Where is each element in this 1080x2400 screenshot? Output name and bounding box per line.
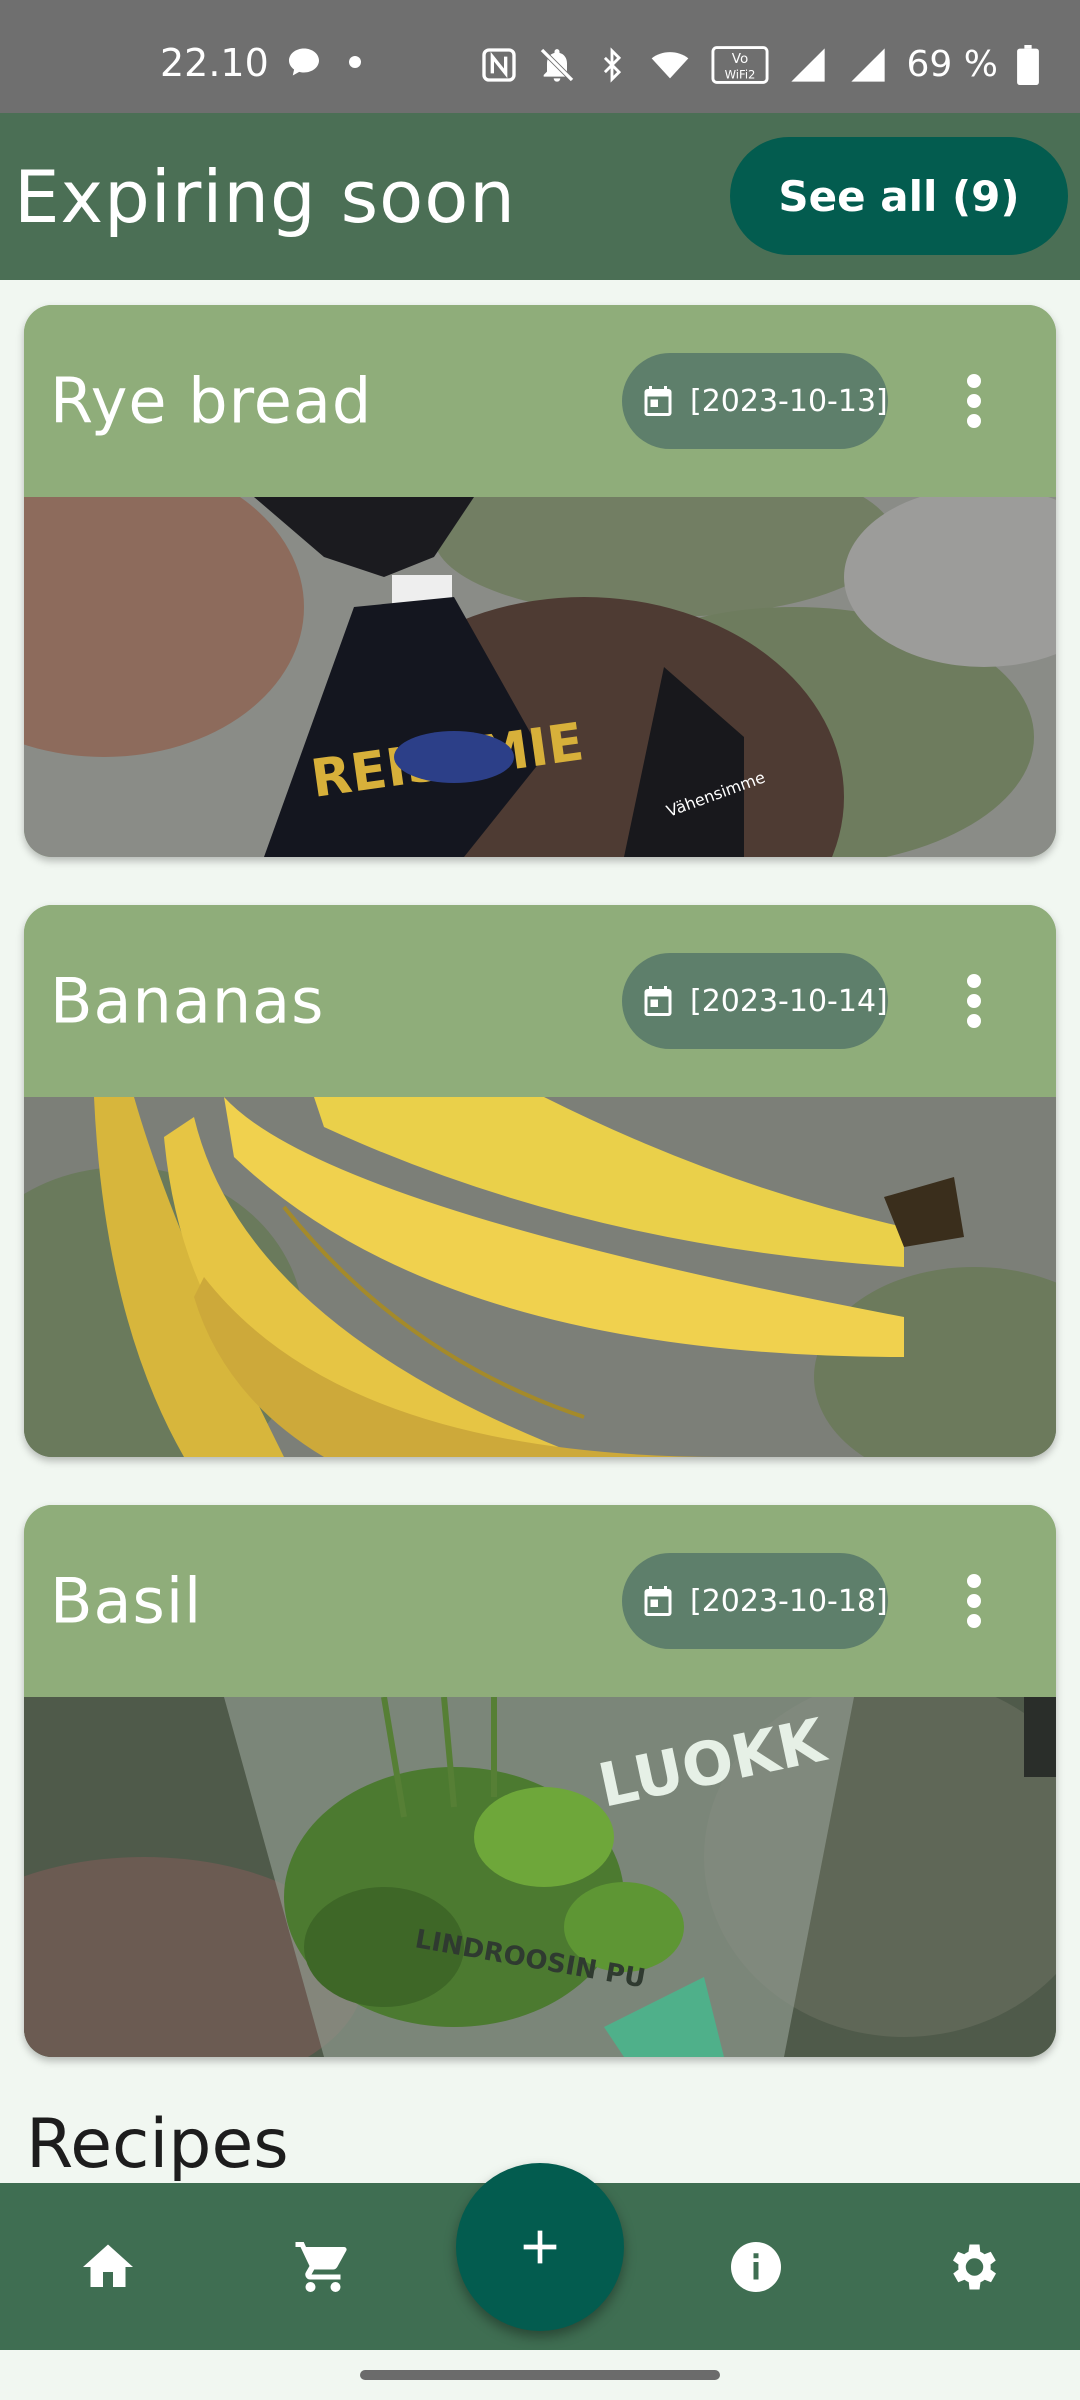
expiry-date: [2023-10-14] [690, 983, 888, 1019]
info-icon [731, 2241, 781, 2292]
page-title: Expiring soon [14, 154, 516, 239]
wifi-icon [651, 51, 688, 78]
settings-icon [953, 2244, 996, 2289]
expiry-date-chip[interactable]: [2023-10-18] [622, 1553, 888, 1649]
see-all-button[interactable]: See all (9) [730, 137, 1068, 255]
add-icon [523, 2230, 557, 2264]
card-header: Basil [2023-10-18] [24, 1505, 1056, 1697]
card-title: Bananas [50, 964, 325, 1038]
item-card-basil[interactable]: Basil [2023-10-18] LUOKK LINDROOSIN PU [24, 1505, 1056, 2057]
card-title: Rye bread [50, 364, 373, 438]
item-card-rye-bread[interactable]: Rye bread [2023-10-13] REISSMIE Vähensim… [24, 305, 1056, 857]
card-header: Rye bread [2023-10-13] [24, 305, 1056, 497]
bananas-photo [24, 1097, 1056, 1457]
more-options-button[interactable] [934, 961, 1014, 1041]
status-time: 22.10 [160, 41, 269, 85]
signal-icon-1 [790, 47, 825, 82]
card-title: Basil [50, 1564, 203, 1638]
calendar-icon [644, 1586, 672, 1616]
battery-percent: 69 % [906, 44, 998, 85]
svg-text:WiFi2: WiFi2 [724, 67, 755, 81]
more-vert-icon [967, 1574, 981, 1628]
svg-text:Vo: Vo [731, 51, 747, 67]
status-system-icons: Vo WiFi2 69 % [479, 44, 1040, 85]
recipes-heading: Recipes [26, 2105, 289, 2184]
chat-bubble-icon [289, 48, 319, 76]
status-notification-icons [285, 44, 365, 80]
nav-settings[interactable] [942, 2237, 1002, 2297]
cart-icon [295, 2241, 347, 2292]
nav-home[interactable] [78, 2237, 138, 2297]
nfc-icon [481, 47, 516, 82]
signal-icon-2 [850, 47, 885, 82]
more-vert-icon [967, 974, 981, 1028]
dot-icon [349, 56, 361, 68]
item-card-bananas[interactable]: Bananas [2023-10-14] [24, 905, 1056, 1457]
expiry-date: [2023-10-18] [690, 1583, 888, 1619]
vowifi-icon: VoWiFi2 [711, 45, 769, 84]
nav-shopping-cart[interactable] [293, 2237, 353, 2297]
bluetooth-icon [603, 46, 621, 83]
more-vert-icon [967, 374, 981, 428]
more-options-button[interactable] [934, 1561, 1014, 1641]
home-icon [83, 2244, 133, 2287]
expiry-date-chip[interactable]: [2023-10-13] [622, 353, 888, 449]
status-bar: 22.10 Vo WiFi2 69 % [0, 0, 1080, 113]
calendar-icon [644, 386, 672, 416]
gesture-handle[interactable] [360, 2370, 720, 2380]
card-header: Bananas [2023-10-14] [24, 905, 1056, 1097]
basil-photo: LUOKK LINDROOSIN PU [24, 1697, 1056, 2057]
rye-bread-photo: REISSMIE Vähensimme [24, 497, 1056, 857]
more-options-button[interactable] [934, 361, 1014, 441]
app-header: Expiring soon See all (9) [0, 113, 1080, 280]
battery-icon [1017, 44, 1039, 85]
expiry-date: [2023-10-13] [690, 383, 888, 419]
calendar-icon [644, 986, 672, 1016]
expiry-date-chip[interactable]: [2023-10-14] [622, 953, 888, 1049]
add-item-button[interactable] [456, 2163, 624, 2331]
nav-info[interactable] [726, 2237, 786, 2297]
mute-bell-icon [539, 47, 574, 82]
